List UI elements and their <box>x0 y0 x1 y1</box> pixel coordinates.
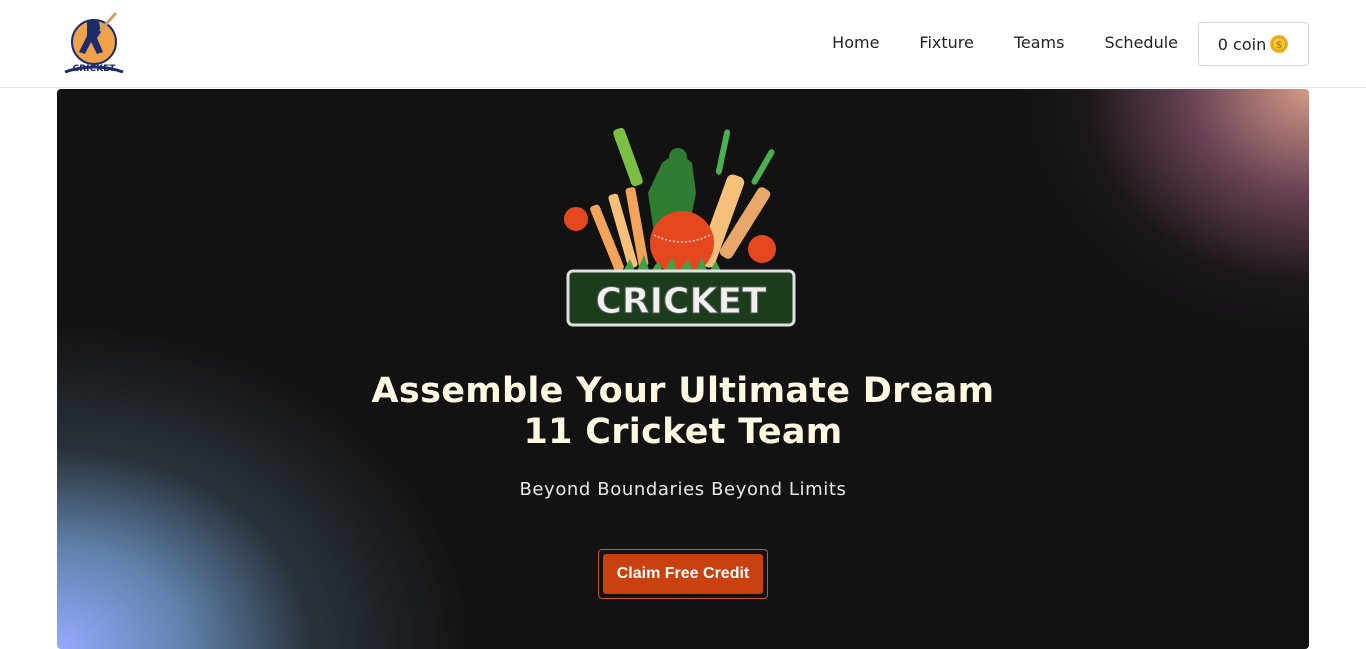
hero-tagline: Beyond Boundaries Beyond Limits <box>519 479 847 500</box>
hero-banner: CRICKET Assemble Your Ultimate Dream 11 … <box>57 89 1309 649</box>
logo-text: CRICKET <box>73 64 117 74</box>
gold-coin-icon: $ <box>1270 35 1289 53</box>
headline-line-2: 11 Cricket Team <box>523 412 843 452</box>
coin-balance-button[interactable]: 0 coin $ <box>1198 22 1309 66</box>
claim-button-frame: Claim Free Credit <box>598 549 768 599</box>
claim-free-credit-button[interactable]: Claim Free Credit <box>603 554 763 594</box>
nav-home[interactable]: Home <box>832 33 879 53</box>
nav-teams[interactable]: Teams <box>1014 33 1065 53</box>
batsman-logo-icon[interactable]: CRICKET <box>57 8 131 80</box>
nav-links: Home Fixture Teams Schedule <box>832 33 1178 53</box>
headline-line-1: Assemble Your Ultimate Dream <box>371 371 995 411</box>
nav-fixture[interactable]: Fixture <box>919 33 973 53</box>
svg-text:$: $ <box>1276 40 1283 51</box>
coin-balance-label: 0 coin <box>1217 34 1267 54</box>
top-navbar: CRICKET Home Fixture Teams Schedule 0 co… <box>0 0 1366 88</box>
hero-headline: Assemble Your Ultimate Dream 11 Cricket … <box>57 371 1309 453</box>
cricket-emblem-icon: CRICKET <box>564 127 796 327</box>
emblem-text: CRICKET <box>596 281 767 322</box>
nav-schedule[interactable]: Schedule <box>1104 33 1178 53</box>
